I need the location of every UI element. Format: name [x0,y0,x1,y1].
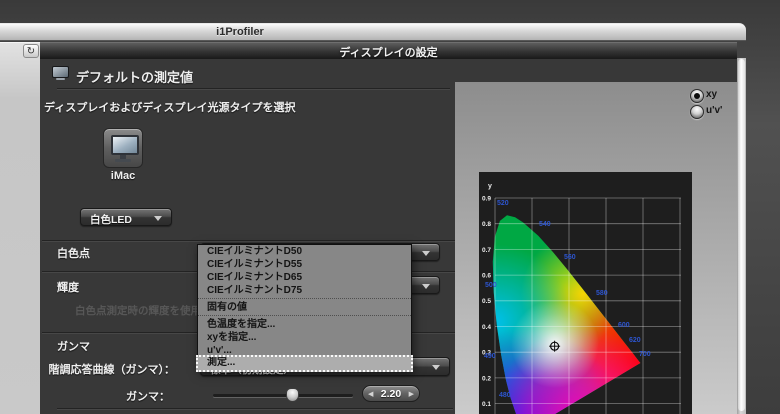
mode-radio-xy[interactable]: xy [690,88,736,104]
refresh-icon: ↻ [26,46,36,57]
whitepoint-label: 白色点 [57,248,90,260]
svg-text:700: 700 [639,351,651,358]
display-icon [52,66,72,83]
svg-text:520: 520 [497,200,509,207]
radio-icon[interactable] [690,105,704,119]
window-title: i1Profiler [216,26,264,38]
backlight-type-value: 白色LED [90,214,132,226]
menu-item[interactable]: CIEイルミナントD55 [198,258,411,271]
refresh-button[interactable]: ↻ [23,44,39,58]
radio-label: xy [706,89,718,100]
menu-item[interactable]: 色温度を指定... [198,318,411,331]
device-label: iMac [110,170,136,182]
screen: i1Profiler ディスプレイの設定 ↻ デフォルトの測定値 ディスプレイお… [0,0,780,414]
imac-icon [111,135,139,155]
mode-radio-u'v'[interactable]: u'v' [690,104,736,120]
backlight-type-dropdown[interactable]: 白色LED [80,208,172,226]
chromaticity-diagram: y 0.9 0.8 0.7 0.6 0.5 0.4 0.3 0.2 0.1 520 540 560 58… [479,172,692,414]
gamma-section-label: ガンマ [57,341,90,353]
svg-text:480: 480 [499,392,511,399]
gamma-slider-track[interactable] [213,394,353,397]
luminance-label: 輝度 [57,282,79,294]
radio-label: u'v' [706,105,723,116]
scrollbar-thumb[interactable] [738,59,745,411]
svg-text:540: 540 [539,221,551,228]
display-device-button[interactable] [103,128,143,168]
svg-text:0.4: 0.4 [482,324,491,331]
gamma-value-stepper[interactable]: ◀ 2.20 ▶ [362,385,420,402]
separator [42,240,455,241]
svg-text:580: 580 [596,290,608,297]
menu-item[interactable]: CIEイルミナントD65 [198,271,411,284]
chevron-down-icon [422,251,430,256]
chevron-down-icon [432,365,440,370]
svg-text:620: 620 [629,337,641,344]
svg-text:y: y [488,183,492,190]
svg-text:600: 600 [618,322,630,329]
whitepoint-menu: CIEイルミナントD50 CIEイルミナントD55 CIEイルミナントD65 CIEイ… [196,244,413,372]
menu-item-selected[interactable]: 測定... [196,355,413,372]
page-title: ディスプレイの設定 [339,47,438,59]
mode-radio-group: xy u'v' [690,88,736,120]
increment-icon[interactable]: ▶ [409,390,414,398]
chevron-down-icon [154,216,162,221]
menu-item[interactable]: CIEイルミナントD50 [198,245,411,258]
tone-curve-label: 階調応答曲線（ガンマ）： [48,364,176,376]
menu-item[interactable]: xyを指定... [198,331,411,344]
display-icon-base [56,78,65,80]
svg-text:490: 490 [484,353,496,360]
imac-icon-base [115,159,131,162]
section-title: デフォルトの測定値 [76,70,194,85]
svg-text:0.6: 0.6 [482,273,491,280]
luminance-note: 白色点測定時の輝度を使用： [75,305,212,317]
radio-icon[interactable] [690,89,704,103]
svg-text:500: 500 [485,282,497,289]
chevron-down-icon [422,284,430,289]
separator [57,88,450,89]
menu-item[interactable]: 固有の値 [198,301,411,314]
svg-text:0.5: 0.5 [482,298,491,305]
svg-text:0.1: 0.1 [482,401,491,408]
svg-text:0.9: 0.9 [482,195,491,202]
instruction-text: ディスプレイおよびディスプレイ光源タイプを選択 [44,102,296,114]
svg-text:0.8: 0.8 [482,221,491,228]
gamma-slider-label: ガンマ： [126,391,170,403]
separator [57,408,453,409]
menu-item[interactable]: CIEイルミナントD75 [198,284,411,297]
gamma-slider-thumb[interactable] [286,388,299,402]
svg-text:0.7: 0.7 [482,247,491,254]
left-toolbar-strip [0,42,40,414]
display-icon-screen [52,66,69,78]
svg-text:0.2: 0.2 [482,375,491,382]
svg-text:560: 560 [564,254,576,261]
